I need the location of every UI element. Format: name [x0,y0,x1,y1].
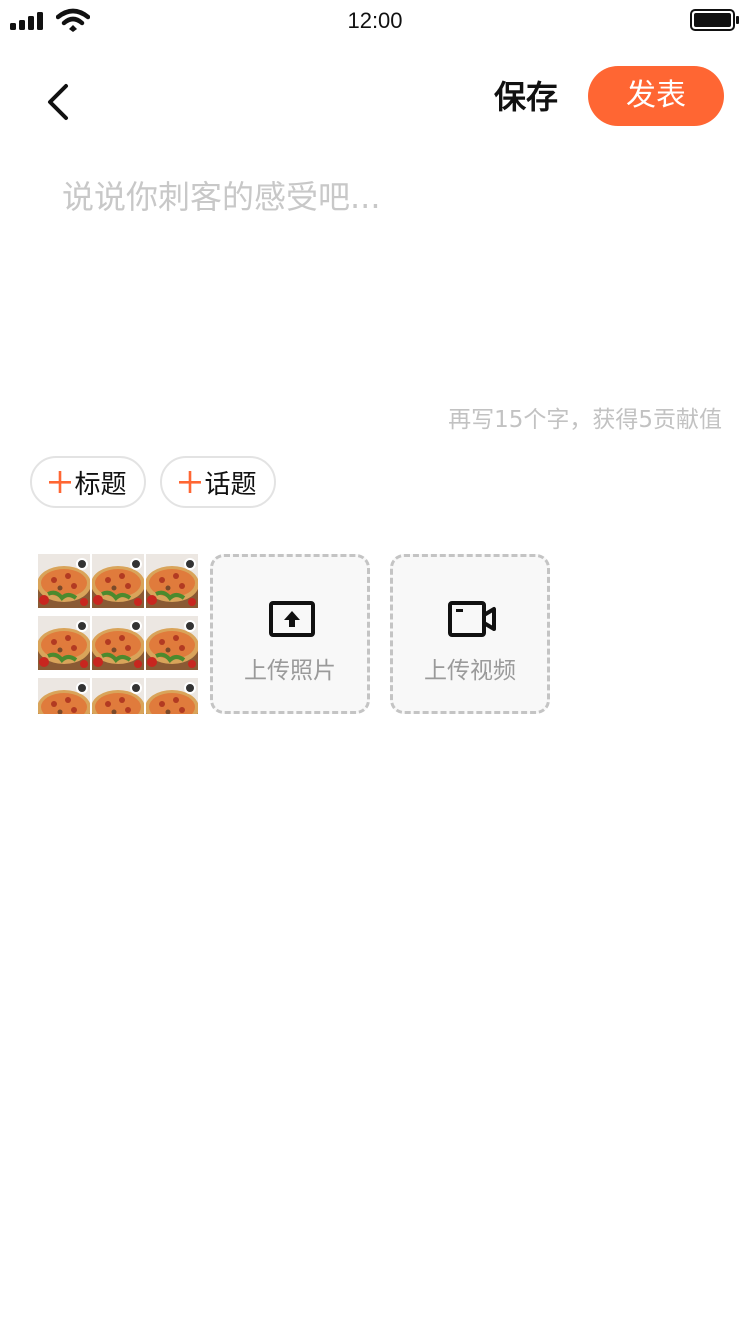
remove-photo-icon[interactable] [184,558,196,570]
photo-thumbnail[interactable] [146,616,198,670]
remove-photo-icon[interactable] [130,558,142,570]
upload-photo-label: 上传照片 [244,658,336,684]
status-time: 12:00 [347,8,403,33]
add-title-label: 标题 [74,469,127,500]
plus-icon [179,471,202,493]
post-content-input[interactable] [62,172,722,382]
publish-button[interactable]: 发表 [588,66,724,126]
photo-thumbnail[interactable] [146,554,198,608]
upload-video-button[interactable]: 上传视频 [390,554,550,714]
upload-photo-button[interactable]: 上传照片 [210,554,370,714]
word-count-hint: 再写15个字，获得5贡献值 [448,407,722,433]
photo-thumbnail[interactable] [92,554,144,608]
status-bar: 12:00 [0,0,750,40]
back-button[interactable] [36,78,80,126]
photo-thumbnail-grid [38,554,198,714]
add-topic-button[interactable]: 话题 [160,456,276,508]
remove-photo-icon[interactable] [76,620,88,632]
photo-thumbnail[interactable] [92,616,144,670]
photo-thumbnail[interactable] [146,678,198,714]
upload-video-label: 上传视频 [424,658,516,684]
add-topic-label: 话题 [204,469,257,500]
upload-photo-icon [269,601,315,637]
remove-photo-icon[interactable] [184,620,196,632]
video-camera-icon [448,601,496,637]
battery-icon [690,9,739,31]
photo-thumbnail[interactable] [92,678,144,714]
photo-thumbnail[interactable] [38,616,90,670]
remove-photo-icon[interactable] [76,558,88,570]
save-button[interactable]: 保存 [486,74,566,120]
add-title-button[interactable]: 标题 [30,456,146,508]
plus-icon [49,471,72,493]
photo-thumbnail[interactable] [38,554,90,608]
photo-thumbnail[interactable] [38,678,90,714]
remove-photo-icon[interactable] [184,682,196,694]
chevron-left-icon [48,84,68,120]
remove-photo-icon[interactable] [130,682,142,694]
remove-photo-icon[interactable] [130,620,142,632]
remove-photo-icon[interactable] [76,682,88,694]
